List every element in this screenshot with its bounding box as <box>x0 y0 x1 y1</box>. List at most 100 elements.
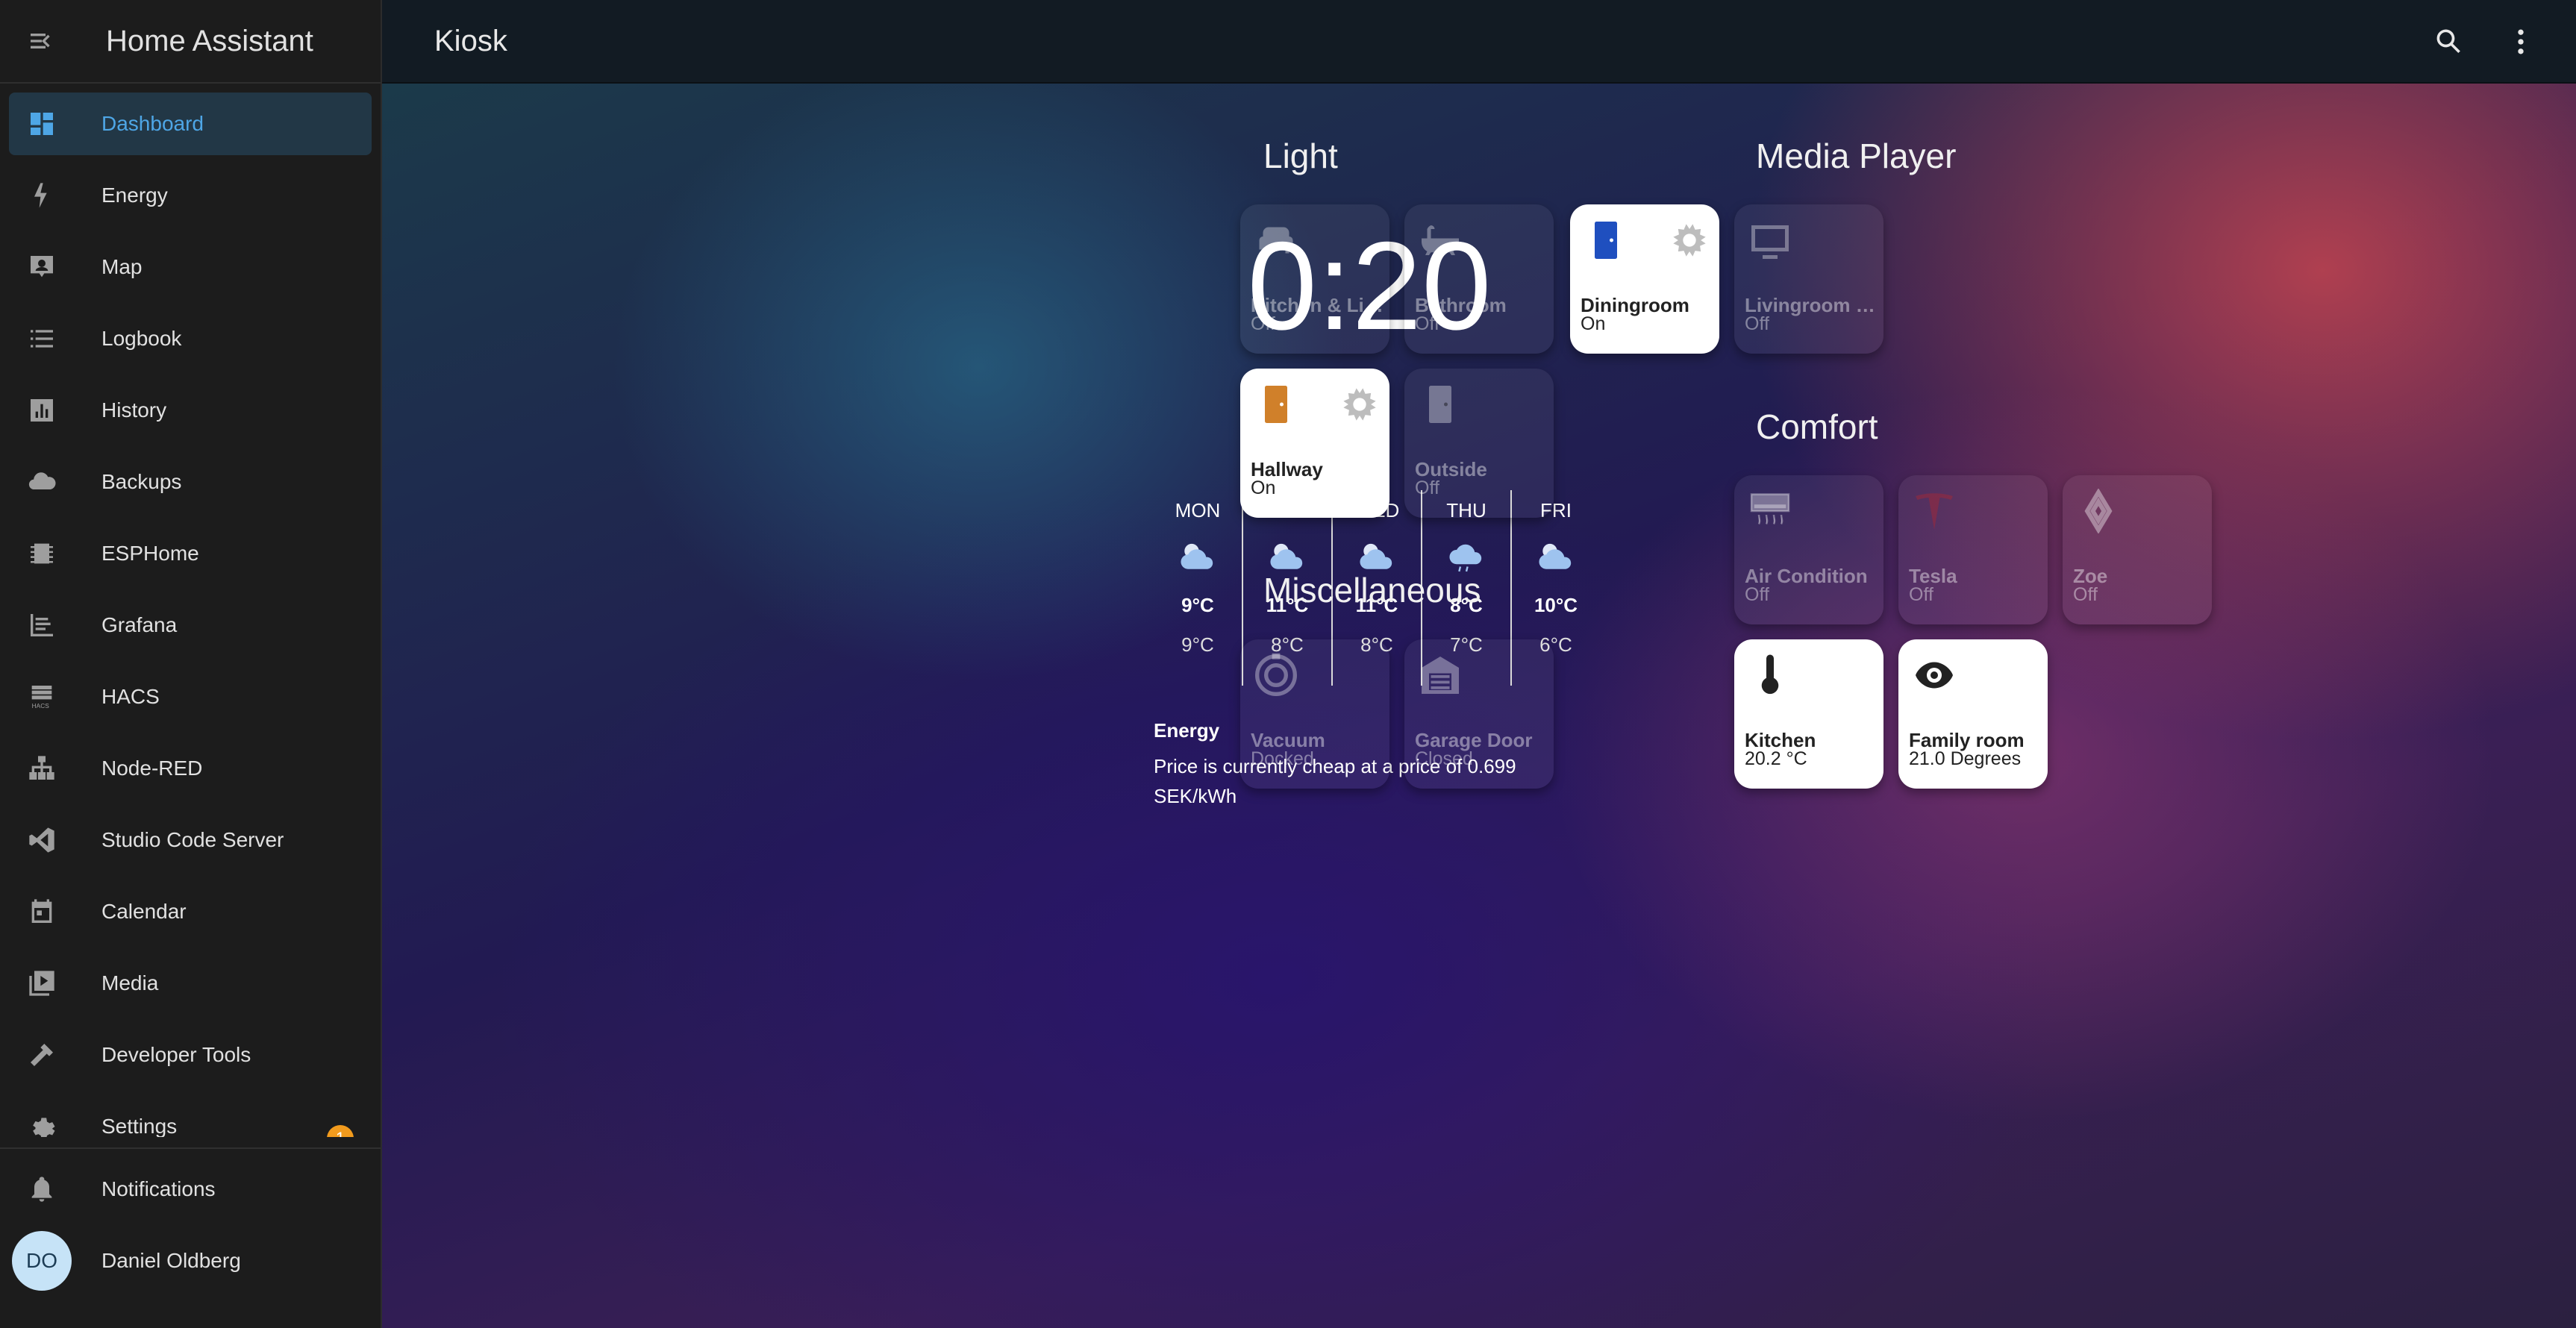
sidebar-item-media[interactable]: Media <box>9 952 372 1015</box>
door-icon <box>1581 215 1631 266</box>
tile-state: Closed <box>1415 748 1473 769</box>
sidebar-item-label: Map <box>101 255 143 278</box>
calendar-icon <box>12 880 72 943</box>
hacs-icon: HACS <box>12 665 72 728</box>
tile-kitchen-temperature[interactable]: Kitchen 20.2 °C <box>1734 639 1883 789</box>
sidebar-item-developer-tools[interactable]: Developer Tools <box>9 1024 372 1086</box>
menu-collapse-icon[interactable] <box>0 0 84 83</box>
sidebar-item-label: Node-RED <box>101 757 203 780</box>
section-title-light: Light <box>1263 137 1338 175</box>
tv-icon <box>1745 215 1795 266</box>
sidebar-item-label: ESPHome <box>101 542 199 565</box>
door-icon <box>1415 379 1466 430</box>
robot-vacuum-icon <box>1251 650 1301 701</box>
tile-livingroom-tv[interactable]: Livingroom TV Off <box>1734 204 1883 354</box>
sidebar-item-label: Studio Code Server <box>101 828 284 851</box>
thermometer-icon <box>1745 650 1795 701</box>
sidebar-nav: Dashboard Energy Map Logbook History Bac… <box>0 93 381 1137</box>
partly-cloudy-icon <box>1512 530 1600 582</box>
tile-tesla[interactable]: Tesla Off <box>1898 475 2048 624</box>
tile-state: 20.2 °C <box>1745 748 1807 769</box>
air-conditioner-icon <box>1745 486 1795 536</box>
tile-bathroom[interactable]: Bathroom Off <box>1404 204 1554 354</box>
dashboard-icon <box>12 93 72 155</box>
sidebar-item-notifications[interactable]: Notifications <box>9 1158 372 1221</box>
sidebar-item-history[interactable]: History <box>9 379 372 442</box>
sofa-icon <box>1251 215 1301 266</box>
brightness-icon[interactable] <box>1337 382 1382 427</box>
tile-state: On <box>1581 313 1606 334</box>
sidebar: Home Assistant Dashboard Energy Map Logb… <box>0 0 382 1328</box>
sidebar-item-grafana[interactable]: Grafana <box>9 594 372 657</box>
forecast-high: 10°C <box>1534 594 1578 616</box>
user-name: Daniel Oldberg <box>101 1249 241 1272</box>
tile-state: On <box>1251 477 1276 498</box>
tile-state: Off <box>1745 584 1769 605</box>
notification-badge: 1 <box>327 1125 354 1137</box>
section-title-miscellaneous: Miscellaneous <box>1263 571 1481 610</box>
app-title: Home Assistant <box>106 24 313 57</box>
sitemap-icon <box>12 737 72 800</box>
media-icon <box>12 952 72 1015</box>
sidebar-item-map[interactable]: Map <box>9 236 372 298</box>
dashboard-main: 0:20 MON 9°C 9°C TUE 11°C 8°C WED 11°C 8… <box>382 84 2576 1328</box>
sidebar-item-label: Calendar <box>101 900 187 923</box>
tile-state: 21.0 Degrees <box>1909 748 2022 769</box>
sidebar-item-studio-code-server[interactable]: Studio Code Server <box>9 809 372 871</box>
sidebar-bottom: Notifications DO Daniel Oldberg <box>0 1147 381 1292</box>
sidebar-item-node-red[interactable]: Node-RED <box>9 737 372 800</box>
section-title-comfort: Comfort <box>1756 407 1878 446</box>
gear-icon <box>12 1095 72 1137</box>
tile-family-room[interactable]: Family room 21.0 Degrees <box>1898 639 2048 789</box>
section-title-media-player: Media Player <box>1756 137 1957 175</box>
tile-zoe[interactable]: Zoe Off <box>2063 475 2212 624</box>
sidebar-item-energy[interactable]: Energy <box>9 164 372 227</box>
tile-state: Off <box>1909 584 1933 605</box>
grafana-icon <box>12 594 72 657</box>
forecast-day-name: MON <box>1175 499 1221 522</box>
svg-text:HACS: HACS <box>32 702 50 710</box>
page-title: Kiosk <box>434 24 507 57</box>
sidebar-item-calendar[interactable]: Calendar <box>9 880 372 943</box>
door-icon <box>1251 379 1301 430</box>
tile-state: Off <box>1415 313 1439 334</box>
forecast-low: 9°C <box>1181 633 1214 656</box>
brightness-icon[interactable] <box>1667 218 1712 263</box>
sidebar-item-user[interactable]: DO Daniel Oldberg <box>9 1230 372 1292</box>
cloud-icon <box>12 451 72 513</box>
sidebar-item-logbook[interactable]: Logbook <box>9 307 372 370</box>
sidebar-item-settings[interactable]: Settings 1 <box>9 1095 372 1137</box>
sidebar-item-label: HACS <box>101 685 160 708</box>
vscode-icon <box>12 809 72 871</box>
chart-icon <box>12 379 72 442</box>
map-icon <box>12 236 72 298</box>
tile-state: Docked <box>1251 748 1314 769</box>
more-vert-icon[interactable] <box>2497 18 2545 66</box>
sidebar-item-label: Logbook <box>101 327 182 350</box>
sidebar-item-hacs[interactable]: HACS HACS <box>9 665 372 728</box>
tile-vacuum[interactable]: Vacuum Docked <box>1240 639 1389 789</box>
bell-icon <box>12 1158 72 1221</box>
hammer-icon <box>12 1024 72 1086</box>
tile-air-condition[interactable]: Air Condition Off <box>1734 475 1883 624</box>
eye-icon <box>1909 650 1960 701</box>
tile-garage-door[interactable]: Garage Door Closed <box>1404 639 1554 789</box>
sidebar-item-esphome[interactable]: ESPHome <box>9 522 372 585</box>
tile-hallway[interactable]: Hallway On <box>1240 369 1389 518</box>
forecast-day: MON 9°C 9°C <box>1154 490 1242 686</box>
partly-cloudy-icon <box>1154 530 1242 582</box>
sidebar-item-label: Media <box>101 971 159 995</box>
sidebar-item-label: Energy <box>101 184 168 207</box>
tile-state: Off <box>1251 313 1275 334</box>
tile-state: Off <box>1745 313 1769 334</box>
tesla-icon <box>1909 486 1960 536</box>
sidebar-item-dashboard[interactable]: Dashboard <box>9 93 372 155</box>
sidebar-item-label: Notifications <box>101 1177 216 1200</box>
tile-diningroom[interactable]: Diningroom On <box>1570 204 1719 354</box>
tile-kitchen-living[interactable]: Kitchen & Livi... Off <box>1240 204 1389 354</box>
sidebar-item-label: History <box>101 398 167 422</box>
tile-outside[interactable]: Outside Off <box>1404 369 1554 518</box>
sidebar-item-label: Backups <box>101 470 182 493</box>
sidebar-item-backups[interactable]: Backups <box>9 451 372 513</box>
search-icon[interactable] <box>2425 18 2473 66</box>
